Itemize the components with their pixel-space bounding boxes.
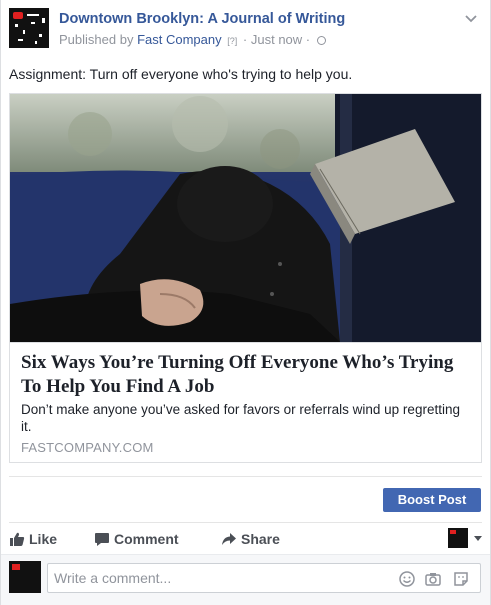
camera-icon[interactable] xyxy=(424,570,442,588)
comment-input-box[interactable] xyxy=(47,563,481,593)
meta-separator: · xyxy=(242,32,248,47)
commenter-avatar[interactable] xyxy=(9,561,41,593)
emoji-icon[interactable] xyxy=(398,570,416,588)
post-header: Downtown Brooklyn: A Journal of Writing … xyxy=(9,8,482,52)
photo-image xyxy=(10,94,481,342)
link-preview-body[interactable]: Six Ways You’re Turning Off Everyone Who… xyxy=(10,342,481,462)
comment-bubble-icon xyxy=(95,533,109,546)
share-arrow-icon xyxy=(222,533,236,545)
page-name-link[interactable]: Downtown Brooklyn: A Journal of Writing xyxy=(59,11,345,27)
help-marker[interactable]: [?] xyxy=(227,36,237,46)
comment-input[interactable] xyxy=(54,564,374,592)
post-meta: Published by Fast Company [?] · Just now… xyxy=(59,32,326,47)
chevron-down-icon[interactable] xyxy=(464,12,478,26)
post-time[interactable]: Just now xyxy=(251,32,302,47)
comment-composer xyxy=(1,554,490,605)
link-preview-image[interactable] xyxy=(10,94,481,342)
identity-switcher[interactable] xyxy=(448,528,482,550)
link-title[interactable]: Six Ways You’re Turning Off Everyone Who… xyxy=(21,351,471,399)
sticker-icon[interactable] xyxy=(452,570,470,588)
comment-label: Comment xyxy=(114,531,179,547)
publisher-link[interactable]: Fast Company xyxy=(137,32,222,47)
comment-button[interactable]: Comment xyxy=(94,524,179,554)
like-label: Like xyxy=(29,531,58,547)
like-button[interactable]: Like xyxy=(9,524,57,554)
share-button[interactable]: Share xyxy=(221,524,280,554)
published-prefix: Published by xyxy=(59,32,134,47)
page-avatar[interactable] xyxy=(9,8,49,48)
avatar-logo-mark xyxy=(13,12,23,19)
thumbs-up-icon xyxy=(10,532,25,546)
post-status-text: Assignment: Turn off everyone who's tryi… xyxy=(9,66,353,82)
mini-page-avatar xyxy=(448,528,468,548)
link-preview-card[interactable]: Six Ways You’re Turning Off Everyone Who… xyxy=(9,93,482,463)
post-container: Downtown Brooklyn: A Journal of Writing … xyxy=(0,0,491,605)
meta-separator: · xyxy=(305,32,311,47)
link-domain: FASTCOMPANY.COM xyxy=(21,440,154,455)
share-label: Share xyxy=(241,531,280,547)
caret-down-icon xyxy=(474,536,482,541)
divider xyxy=(9,522,482,523)
boost-post-button[interactable]: Boost Post xyxy=(383,488,481,512)
post-actions-bar: Like Comment Share xyxy=(9,524,482,554)
globe-icon[interactable] xyxy=(316,36,326,46)
divider xyxy=(9,476,482,477)
link-description: Don’t make anyone you’ve asked for favor… xyxy=(21,402,460,434)
